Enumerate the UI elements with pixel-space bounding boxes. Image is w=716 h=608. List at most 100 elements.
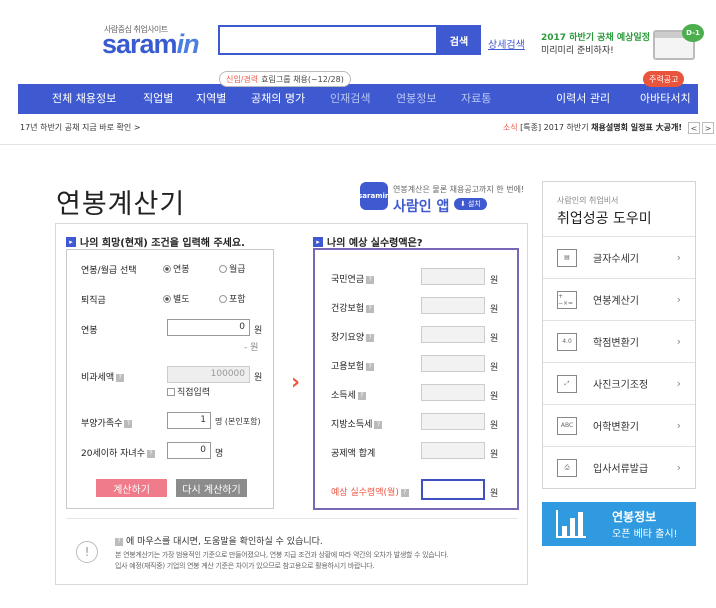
nav-promo-tag[interactable]: 신입/경력 효림그룹 채용(~12/28): [219, 71, 351, 87]
left-heading: ▸ 나의 희망(현재) 조건을 입력해 주세요.: [66, 234, 245, 249]
radio-off-icon: [219, 264, 227, 273]
divider: [66, 518, 518, 519]
sidebar-item-language-convert[interactable]: ABC 어학변환기 ›: [543, 404, 695, 446]
calculate-button[interactable]: 계산하기: [96, 479, 167, 497]
calculator-icon: +−×=: [557, 290, 577, 309]
radio-separate[interactable]: 별도: [163, 292, 190, 305]
annual-unit: 원: [254, 326, 263, 336]
annual-input[interactable]: 0: [167, 319, 250, 336]
ticker-arrows: < >: [688, 122, 714, 134]
help-icon[interactable]: ?: [366, 304, 375, 313]
chevron-right-icon: ›: [676, 377, 681, 390]
exclamation-icon: !: [76, 541, 98, 563]
help-icon[interactable]: ?: [366, 333, 375, 342]
nav-item-resume[interactable]: 이력서 관리: [556, 84, 610, 114]
sidebar-item-photo-resize[interactable]: ⤢ 사진크기조정 ›: [543, 362, 695, 404]
result-row-label: 국민연금?: [331, 272, 375, 285]
sidebar-item-salary-calc[interactable]: +−×= 연봉계산기 ›: [543, 278, 695, 320]
help-icon[interactable]: ?: [400, 488, 409, 497]
radio-monthly-label: 월급: [229, 265, 246, 275]
final-unit: 원: [490, 489, 499, 499]
nav-item-all-jobs[interactable]: 전체 채용정보: [52, 84, 116, 114]
input-form: 연봉/월급 선택 연봉 월급 퇴직금 별도 포함 연봉 0 원 - 원 비과세액…: [66, 249, 274, 509]
banner-title: 연봉정보: [612, 510, 657, 524]
nontax-unit: 원: [254, 373, 263, 383]
result-unit: 원: [490, 334, 499, 344]
nontax-input[interactable]: 100000: [167, 366, 250, 383]
result-row-label: 지방소득세?: [331, 417, 383, 430]
children-label-text: 20세이하 자녀수: [81, 449, 145, 459]
right-heading: ▸ 나의 예상 실수령액은?: [313, 234, 423, 249]
search-button[interactable]: 검색: [437, 25, 481, 55]
sub-bar-left-link[interactable]: 17년 하반기 공채 지금 바로 확인 >: [20, 123, 140, 132]
main-nav: 전체 채용정보 직업별 지역별 공채의 명가 인재검색 연봉정보 자료통 이력서…: [18, 84, 698, 114]
radio-on-icon: [163, 294, 171, 303]
hot-badge[interactable]: 주력공고: [643, 71, 685, 87]
nav-item-resources[interactable]: 자료통: [461, 84, 491, 114]
sidebar-item-label: 연봉계산기: [593, 296, 639, 307]
reset-button[interactable]: 다시 계산하기: [176, 479, 247, 497]
help-icon[interactable]: ?: [366, 275, 375, 284]
radio-annual[interactable]: 연봉: [163, 262, 190, 275]
help-icon[interactable]: ?: [116, 373, 125, 382]
abc-icon: ABC: [557, 416, 577, 435]
radio-on-icon: [163, 264, 171, 273]
app-install-button[interactable]: ⬇ 설치: [454, 198, 487, 210]
help-icon[interactable]: ?: [124, 419, 133, 428]
app-install-label: 설치: [467, 200, 481, 208]
final-result-field: [421, 479, 485, 500]
ticker-prefix: 소식: [502, 123, 518, 132]
chevron-right-icon: ›: [676, 335, 681, 348]
note-disclaimer-2: 입사 예정(재직중) 기업의 연봉 계산 기준은 차이가 있으므로 참고용으로 …: [115, 562, 375, 570]
sidebar-item-label: 어학변환기: [593, 422, 639, 433]
advanced-search-link[interactable]: 상세검색: [488, 36, 525, 51]
sidebar-item-documents[interactable]: ⎙ 입사서류발급 ›: [543, 446, 695, 488]
nav-item-job-type[interactable]: 직업별: [143, 84, 173, 114]
salary-info-banner[interactable]: 연봉정보 오픈 베타 출시!: [542, 502, 696, 546]
ticker-next-button[interactable]: >: [702, 122, 714, 134]
promo-title[interactable]: 2017 하반기 공채 예상일정: [541, 30, 650, 43]
final-label-text: 예상 실수령액(월): [331, 488, 399, 498]
nav-tag-text: 효림그룹 채용(~12/28): [261, 74, 344, 84]
app-name[interactable]: 사람인 앱: [393, 196, 449, 216]
nav-item-recruit-masters[interactable]: 공채의 명가: [251, 84, 305, 114]
nav-tag-highlight: 신입/경력: [226, 74, 259, 84]
app-caption: 연봉계산은 물론 채용공고까지 한 번에!: [393, 185, 525, 194]
help-icon[interactable]: ?: [374, 420, 383, 429]
help-icon[interactable]: ?: [357, 391, 366, 400]
doc-count-icon: ▤: [557, 248, 577, 267]
dependents-input[interactable]: 1: [167, 412, 211, 429]
nav-item-avatar-search[interactable]: 아바타서치: [640, 84, 691, 114]
result-row-label: 고용보험?: [331, 359, 375, 372]
result-field: [421, 442, 485, 459]
result-unit: 원: [490, 392, 499, 402]
nav-item-talent-search[interactable]: 인재검색: [330, 84, 370, 114]
nav-item-salary-info[interactable]: 연봉정보: [396, 84, 436, 114]
radio-included[interactable]: 포함: [219, 292, 246, 305]
sidebar-item-grade-convert[interactable]: 4.0 학점변환기 ›: [543, 320, 695, 362]
search-input[interactable]: [218, 25, 438, 55]
salary-type-label: 연봉/월급 선택: [81, 266, 137, 276]
ticker-text: 2017 하반기: [543, 123, 592, 132]
row-label-text: 지방소득세: [331, 420, 373, 430]
sidebar-item-char-count[interactable]: ▤ 글자수세기 ›: [543, 236, 695, 278]
chevron-right-icon: ›: [676, 461, 681, 474]
row-label-text: 소득세: [331, 391, 356, 401]
checkbox-icon: [167, 387, 175, 396]
help-icon[interactable]: ?: [147, 449, 155, 458]
app-icon[interactable]: saramin: [358, 182, 390, 210]
help-icon[interactable]: ?: [366, 362, 375, 371]
dday-badge: D-1: [682, 24, 704, 42]
nav-item-region[interactable]: 지역별: [196, 84, 226, 114]
logo-text-in: in: [176, 29, 200, 59]
direct-input-checkbox[interactable]: 직접입력: [167, 385, 210, 398]
result-row-label: 장기요양?: [331, 330, 375, 343]
children-input[interactable]: 0: [167, 442, 211, 459]
ticker-prev-button[interactable]: <: [688, 122, 700, 134]
promo-subtitle[interactable]: 미리미리 준비하자!: [541, 43, 614, 56]
saramin-logo[interactable]: saramin: [102, 29, 200, 60]
annual-label: 연봉: [81, 326, 98, 336]
radio-monthly[interactable]: 월급: [219, 262, 246, 275]
news-ticker[interactable]: 소식 [특종] 2017 하반기 채용설명회 일정표 大공개!: [503, 122, 682, 133]
result-unit: 원: [490, 276, 499, 286]
